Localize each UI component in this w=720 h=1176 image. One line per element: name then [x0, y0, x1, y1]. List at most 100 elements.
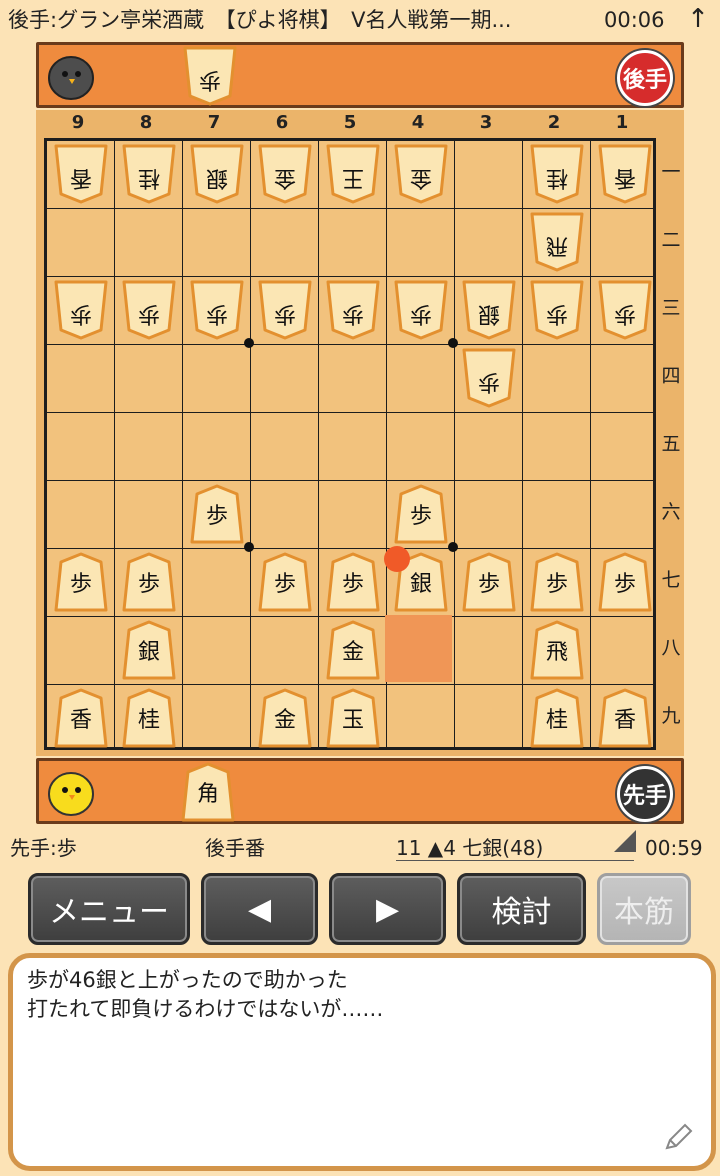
- piece-char: 歩: [205, 504, 228, 529]
- column-label: 8: [139, 112, 153, 133]
- piece-char: 歩: [342, 301, 365, 326]
- gote-piece[interactable]: 王: [326, 144, 380, 204]
- title-bar: 後手:グラン亭栄酒蔵 【ぴよ将棋】 V名人戦第一期... 00:06 ↑: [0, 0, 720, 40]
- gote-piece[interactable]: 金: [394, 144, 448, 204]
- gote-piece-stand[interactable]: 後手: [36, 42, 684, 108]
- piece-char: 桂: [545, 708, 568, 733]
- sente-piece[interactable]: 歩: [54, 552, 108, 612]
- pencil-icon[interactable]: [661, 1118, 697, 1154]
- sente-piece[interactable]: 銀: [122, 620, 176, 680]
- column-label: 7: [207, 112, 221, 133]
- sente-piece[interactable]: 歩: [394, 484, 448, 544]
- piece-char: 歩: [274, 301, 297, 326]
- sente-piece[interactable]: 香: [54, 688, 108, 748]
- piece-char: 歩: [70, 301, 93, 326]
- sente-piece[interactable]: 歩: [326, 552, 380, 612]
- gote-piece[interactable]: 金: [258, 144, 312, 204]
- mainline-button[interactable]: 本筋: [597, 873, 691, 945]
- sente-clock: 00:59: [645, 836, 703, 860]
- gote-piece[interactable]: 桂: [122, 144, 176, 204]
- comment-line: 歩が46銀と上がったので助かった: [27, 968, 348, 992]
- last-move-highlight: [385, 615, 452, 682]
- sente-hand-text: 先手:歩: [10, 836, 77, 860]
- move-dropdown-icon[interactable]: [614, 830, 636, 852]
- piece-char: 歩: [199, 67, 222, 92]
- row-label: 六: [661, 501, 681, 523]
- piece-char: 歩: [410, 301, 433, 326]
- gote-piece[interactable]: 銀: [462, 280, 516, 340]
- gote-piece[interactable]: 歩: [394, 280, 448, 340]
- gote-piece[interactable]: 歩: [54, 280, 108, 340]
- column-label: 9: [71, 112, 85, 133]
- column-label: 3: [479, 112, 493, 133]
- row-label: 四: [661, 365, 681, 387]
- piece-char: 玉: [341, 708, 364, 733]
- piece-char: 香: [614, 165, 637, 190]
- gote-piece[interactable]: 歩: [462, 348, 516, 408]
- piece-char: 歩: [614, 301, 637, 326]
- sente-piece[interactable]: 歩: [122, 552, 176, 612]
- sente-piece[interactable]: 玉: [326, 688, 380, 748]
- piece-char: 歩: [477, 572, 500, 597]
- column-label: 5: [343, 112, 357, 133]
- row-label: 三: [661, 297, 681, 319]
- sente-piece[interactable]: 飛: [530, 620, 584, 680]
- gote-chick-avatar-icon: [48, 56, 94, 100]
- turn-status: 後手番: [205, 836, 265, 860]
- sente-badge: 先手: [617, 766, 673, 822]
- next-move-button[interactable]: ▶: [329, 873, 446, 945]
- piece-char: 金: [341, 640, 364, 665]
- star-point: [244, 338, 254, 348]
- row-label: 一: [661, 161, 681, 183]
- move-record[interactable]: 11 ▲4 七銀(48): [396, 830, 634, 861]
- comment-box[interactable]: 歩が46銀と上がったので助かった 打たれて即負けるわけではないが……: [8, 953, 716, 1171]
- sente-piece[interactable]: 桂: [122, 688, 176, 748]
- piece-char: 香: [69, 708, 92, 733]
- gote-piece[interactable]: 歩: [122, 280, 176, 340]
- gote-piece[interactable]: 桂: [530, 144, 584, 204]
- sente-piece[interactable]: 歩: [530, 552, 584, 612]
- gote-piece[interactable]: 歩: [326, 280, 380, 340]
- sente-piece[interactable]: 金: [258, 688, 312, 748]
- piece-char: 歩: [273, 572, 296, 597]
- sente-piece[interactable]: 歩: [190, 484, 244, 544]
- star-point: [244, 542, 254, 552]
- sente-piece[interactable]: 歩: [258, 552, 312, 612]
- sente-piece[interactable]: 桂: [530, 688, 584, 748]
- piece-char: 香: [613, 708, 636, 733]
- gote-hand-piece[interactable]: 歩: [183, 46, 237, 106]
- row-label: 七: [661, 569, 681, 591]
- gote-piece[interactable]: 歩: [190, 280, 244, 340]
- sente-piece[interactable]: 歩: [462, 552, 516, 612]
- analyze-button[interactable]: 検討: [457, 873, 586, 945]
- comment-line: 打たれて即負けるわけではないが……: [27, 997, 384, 1021]
- piece-char: 歩: [206, 301, 229, 326]
- menu-button[interactable]: メニュー: [28, 873, 190, 945]
- gote-piece[interactable]: 歩: [530, 280, 584, 340]
- piece-char: 歩: [137, 572, 160, 597]
- gote-piece[interactable]: 香: [54, 144, 108, 204]
- piece-char: 歩: [341, 572, 364, 597]
- sente-piece[interactable]: 歩: [598, 552, 652, 612]
- column-label: 2: [547, 112, 561, 133]
- game-title: 後手:グラン亭栄酒蔵 【ぴよ将棋】 V名人戦第一期...: [8, 8, 512, 32]
- gote-piece[interactable]: 歩: [258, 280, 312, 340]
- sente-piece-stand[interactable]: 先手: [36, 758, 684, 824]
- piece-char: 桂: [138, 165, 161, 190]
- up-arrow-icon[interactable]: ↑: [684, 0, 712, 38]
- gote-piece[interactable]: 歩: [598, 280, 652, 340]
- piece-char: 桂: [546, 165, 569, 190]
- gote-piece[interactable]: 飛: [530, 212, 584, 272]
- piece-char: 飛: [546, 233, 569, 258]
- piece-char: 歩: [613, 572, 636, 597]
- sente-hand-piece[interactable]: 角: [181, 762, 235, 822]
- prev-move-button[interactable]: ◀: [201, 873, 318, 945]
- gote-piece[interactable]: 銀: [190, 144, 244, 204]
- gote-piece[interactable]: 香: [598, 144, 652, 204]
- piece-char: 金: [410, 165, 433, 190]
- piece-char: 桂: [137, 708, 160, 733]
- sente-piece[interactable]: 金: [326, 620, 380, 680]
- sente-piece[interactable]: 香: [598, 688, 652, 748]
- column-label: 6: [275, 112, 289, 133]
- piece-char: 銀: [409, 572, 432, 597]
